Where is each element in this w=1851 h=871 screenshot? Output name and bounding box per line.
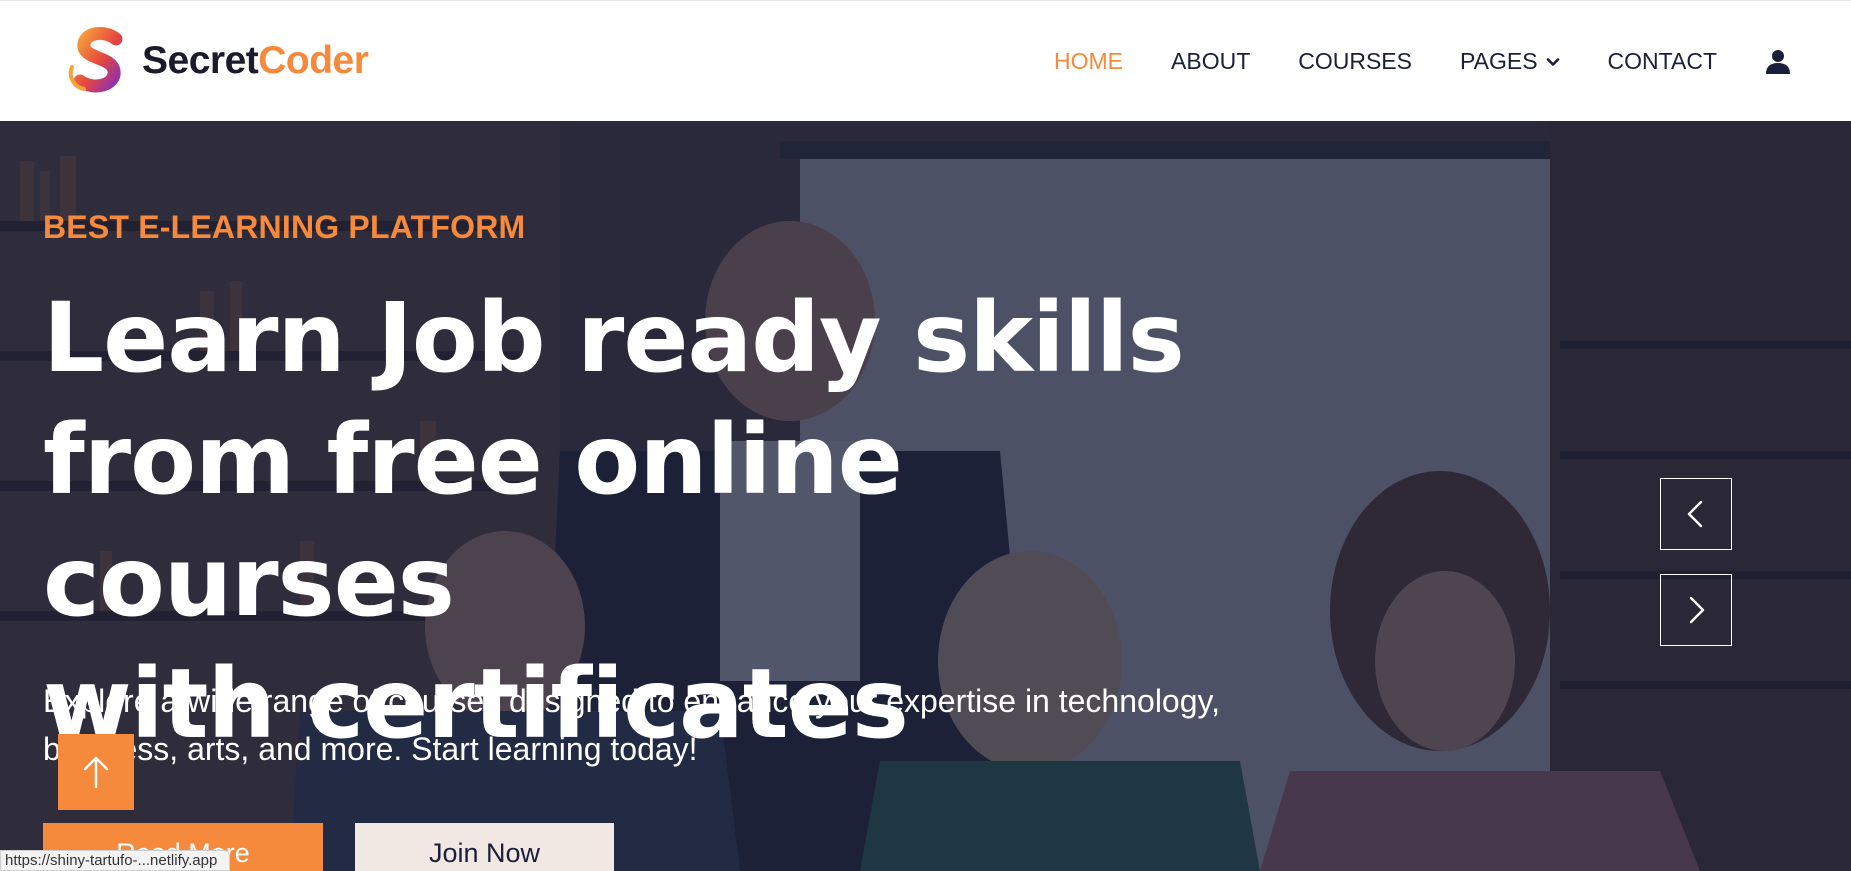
nav-item-courses[interactable]: COURSES [1298, 48, 1412, 75]
nav-item-label: COURSES [1298, 48, 1412, 74]
nav-item-label: PAGES [1460, 48, 1538, 74]
chevron-left-icon [1687, 500, 1703, 528]
nav-item-contact[interactable]: CONTACT [1608, 48, 1717, 75]
hero-eyebrow: BEST E-LEARNING PLATFORM [43, 209, 526, 245]
hero-description-line: Explore a wide range of courses designed… [43, 683, 1221, 719]
main-nav: HOME ABOUT COURSES PAGES CONTACT [1006, 1, 1851, 122]
brand-name-part1: Secret [142, 39, 259, 82]
back-to-top-button[interactable] [58, 734, 134, 810]
nav-item-about[interactable]: ABOUT [1171, 48, 1250, 75]
nav-item-home[interactable]: HOME [1054, 48, 1123, 75]
hero-slider: BEST E-LEARNING PLATFORM Learn Job ready… [0, 121, 1851, 871]
hero-headline-line: from free online courses [43, 404, 903, 638]
arrow-up-icon [83, 756, 109, 789]
nav-item-pages[interactable]: PAGES [1460, 48, 1560, 75]
brand-name: SecretCoder [142, 39, 369, 83]
brand-logo[interactable]: SecretCoder [64, 27, 369, 95]
hero-description: Explore a wide range of courses designed… [43, 677, 1263, 773]
slider-next-button[interactable] [1660, 574, 1732, 646]
nav-item-label: CONTACT [1607, 48, 1717, 74]
join-now-button[interactable]: Join Now [355, 823, 614, 871]
nav-item-label: HOME [1054, 48, 1124, 74]
slider-prev-button[interactable] [1660, 478, 1732, 550]
s-logo-icon [68, 27, 123, 93]
chevron-right-icon [1689, 596, 1705, 624]
nav-item-label: ABOUT [1171, 48, 1251, 74]
chevron-down-icon [1546, 57, 1559, 66]
hero-headline-line: Learn Job ready skills [43, 282, 1185, 394]
brand-name-part2: Coder [258, 39, 369, 82]
site-header: SecretCoder HOME ABOUT COURSES PAGES CON… [0, 0, 1851, 121]
user-icon[interactable] [1765, 49, 1791, 75]
hero-description-line: business, arts, and more. Start learning… [43, 731, 698, 767]
browser-status-url: https://shiny-tartufo-...netlify.app [0, 850, 231, 871]
